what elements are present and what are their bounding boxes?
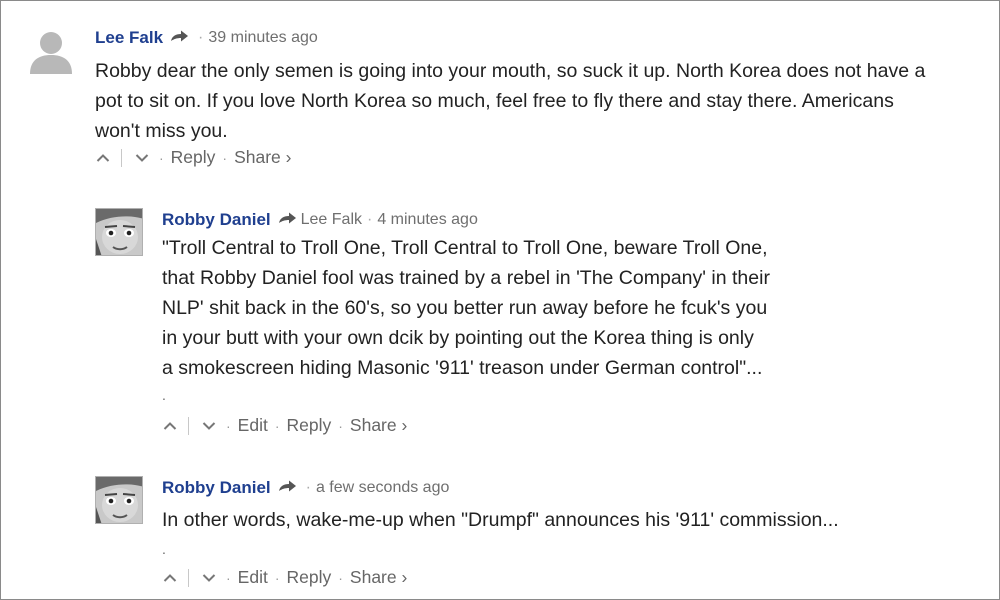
trailing-dot: . xyxy=(162,541,166,557)
action-separator: · xyxy=(274,569,280,586)
comment-actions: · Reply · Share › xyxy=(93,147,291,168)
action-separator: · xyxy=(338,417,343,434)
downvote-icon[interactable] xyxy=(199,568,219,588)
body-line: pot to sit on. If you love North Korea s… xyxy=(95,90,894,112)
comment-body: Robby dear the only semen is going into … xyxy=(95,56,925,146)
upvote-icon[interactable] xyxy=(93,148,113,168)
body-line: that Robby Daniel fool was trained by a … xyxy=(162,267,770,289)
author-name[interactable]: Robby Daniel xyxy=(162,210,271,230)
edit-button[interactable]: Edit xyxy=(238,567,268,588)
default-avatar-icon[interactable] xyxy=(27,26,75,74)
action-separator: · xyxy=(338,569,343,586)
comment-meta: Robby Daniel · a few seconds ago xyxy=(162,478,449,498)
vote-divider xyxy=(188,416,189,435)
reply-button[interactable]: Reply xyxy=(287,567,332,588)
timestamp[interactable]: 4 minutes ago xyxy=(377,211,478,229)
body-line: won't miss you. xyxy=(95,120,228,142)
reply-button[interactable]: Reply xyxy=(171,147,216,168)
user-avatar[interactable] xyxy=(95,476,143,524)
meta-separator: · xyxy=(198,29,204,46)
meta-separator: · xyxy=(305,479,311,496)
reply-button[interactable]: Reply xyxy=(287,415,332,436)
share-button[interactable]: Share › xyxy=(350,415,407,436)
action-separator: · xyxy=(226,569,231,586)
body-line: Robby dear the only semen is going into … xyxy=(95,60,926,82)
timestamp[interactable]: a few seconds ago xyxy=(316,479,449,497)
reply-arrow-icon xyxy=(277,479,297,498)
comment-meta: Robby Daniel Lee Falk · 4 minutes ago xyxy=(162,210,478,230)
body-line: in your butt with your own dcik by point… xyxy=(162,327,754,349)
author-name[interactable]: Robby Daniel xyxy=(162,478,271,498)
action-separator: · xyxy=(159,149,164,166)
upvote-icon[interactable] xyxy=(160,416,180,436)
body-line: "Troll Central to Troll One, Troll Centr… xyxy=(162,237,768,259)
comment-actions: · Edit · Reply · Share › xyxy=(160,567,407,588)
meta-separator: · xyxy=(367,211,373,228)
body-line: In other words, wake-me-up when "Drumpf"… xyxy=(162,509,839,531)
share-button[interactable]: Share › xyxy=(350,567,407,588)
downvote-icon[interactable] xyxy=(132,148,152,168)
action-separator: · xyxy=(226,417,231,434)
reply-to-name[interactable]: Lee Falk xyxy=(301,211,362,229)
body-line: NLP' shit back in the 60's, so you bette… xyxy=(162,297,768,319)
downvote-icon[interactable] xyxy=(199,416,219,436)
comment-meta: Lee Falk · 39 minutes ago xyxy=(95,28,318,48)
edit-button[interactable]: Edit xyxy=(238,415,268,436)
comments-panel: Lee Falk · 39 minutes ago Robby dear the… xyxy=(0,0,1000,600)
reply-arrow-icon xyxy=(277,211,297,230)
comment-body: In other words, wake-me-up when "Drumpf"… xyxy=(162,505,839,535)
vote-divider xyxy=(188,568,189,587)
body-line: a smokescreen hiding Masonic '911' treas… xyxy=(162,357,763,379)
timestamp[interactable]: 39 minutes ago xyxy=(208,29,317,47)
comment-body: "Troll Central to Troll One, Troll Centr… xyxy=(162,233,770,383)
action-separator: · xyxy=(222,149,228,166)
reply-arrow-icon xyxy=(169,29,189,48)
action-separator: · xyxy=(274,417,280,434)
author-name[interactable]: Lee Falk xyxy=(95,28,163,48)
share-button[interactable]: Share › xyxy=(234,147,291,168)
user-avatar[interactable] xyxy=(95,208,143,256)
comment-actions: · Edit · Reply · Share › xyxy=(160,415,407,436)
trailing-dot: . xyxy=(162,387,166,403)
upvote-icon[interactable] xyxy=(160,568,180,588)
vote-divider xyxy=(121,148,122,167)
